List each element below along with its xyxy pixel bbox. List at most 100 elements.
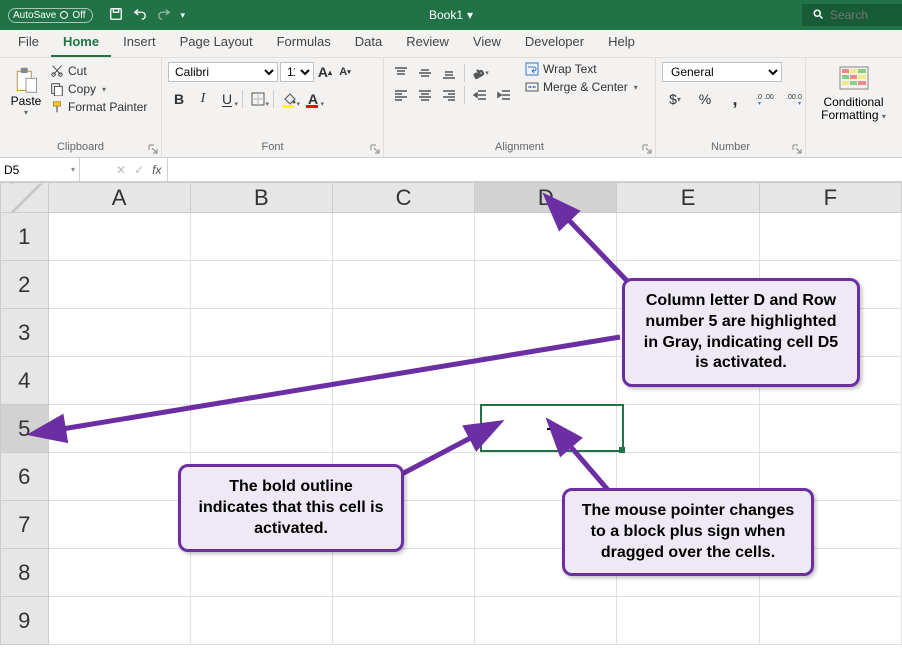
decrease-indent-icon[interactable] — [469, 84, 491, 106]
formula-input[interactable] — [168, 158, 902, 181]
cell[interactable] — [48, 501, 190, 549]
borders-button[interactable]: ▾ — [247, 88, 269, 110]
comma-format-icon[interactable]: , — [722, 88, 748, 110]
cell[interactable] — [475, 309, 617, 357]
cell[interactable] — [48, 549, 190, 597]
col-header-b[interactable]: B — [190, 183, 332, 213]
cell[interactable] — [475, 405, 617, 453]
decrease-decimal-icon[interactable]: .00.0 — [782, 88, 808, 110]
cell[interactable] — [332, 357, 474, 405]
dialog-launcher-icon[interactable] — [792, 144, 802, 154]
tab-page-layout[interactable]: Page Layout — [168, 29, 265, 57]
cell[interactable] — [332, 549, 474, 597]
fx-icon[interactable]: fx — [152, 163, 161, 177]
increase-indent-icon[interactable] — [493, 84, 515, 106]
row-header-3[interactable]: 3 — [1, 309, 49, 357]
cancel-icon[interactable]: ✕ — [116, 163, 126, 177]
cell[interactable] — [617, 597, 759, 645]
redo-icon[interactable] — [157, 7, 171, 24]
conditional-formatting-button[interactable]: Conditional Formatting ▾ — [812, 62, 895, 151]
tab-view[interactable]: View — [461, 29, 513, 57]
increase-decimal-icon[interactable]: .0.00 — [752, 88, 778, 110]
cell[interactable] — [759, 597, 901, 645]
cell[interactable] — [332, 213, 474, 261]
cell[interactable] — [48, 357, 190, 405]
percent-format-icon[interactable]: % — [692, 88, 718, 110]
cell[interactable] — [475, 261, 617, 309]
worksheet-grid[interactable]: A B C D E F 1 2 3 4 5 6 7 8 9 — [0, 182, 902, 645]
col-header-a[interactable]: A — [48, 183, 190, 213]
bold-button[interactable]: B — [168, 88, 190, 110]
dialog-launcher-icon[interactable] — [642, 144, 652, 154]
cell[interactable] — [48, 597, 190, 645]
paste-button[interactable]: Paste ▾ — [6, 62, 46, 117]
cell[interactable] — [617, 213, 759, 261]
format-painter-button[interactable]: Format Painter — [50, 100, 147, 114]
undo-icon[interactable] — [133, 7, 147, 24]
tab-help[interactable]: Help — [596, 29, 647, 57]
cell[interactable] — [190, 357, 332, 405]
qat-customize-icon[interactable]: ▾ — [181, 10, 186, 21]
cell[interactable] — [759, 405, 901, 453]
cell[interactable] — [332, 309, 474, 357]
cell[interactable] — [48, 261, 190, 309]
save-icon[interactable] — [109, 7, 123, 24]
decrease-font-icon[interactable]: A▾ — [336, 62, 354, 82]
col-header-c[interactable]: C — [332, 183, 474, 213]
orientation-icon[interactable]: ab▾ — [469, 62, 491, 84]
col-header-d[interactable]: D — [475, 183, 617, 213]
cut-button[interactable]: Cut — [50, 64, 147, 78]
align-middle-icon[interactable] — [414, 62, 436, 84]
dialog-launcher-icon[interactable] — [148, 144, 158, 154]
align-left-icon[interactable] — [390, 84, 412, 106]
tab-data[interactable]: Data — [343, 29, 394, 57]
tab-review[interactable]: Review — [394, 29, 461, 57]
dialog-launcher-icon[interactable] — [370, 144, 380, 154]
row-header-4[interactable]: 4 — [1, 357, 49, 405]
cell[interactable] — [332, 261, 474, 309]
name-box[interactable]: D5 ▾ — [0, 158, 80, 181]
wrap-text-button[interactable]: Wrap Text — [525, 62, 638, 76]
tab-file[interactable]: File — [6, 29, 51, 57]
row-header-1[interactable]: 1 — [1, 213, 49, 261]
tab-formulas[interactable]: Formulas — [265, 29, 343, 57]
font-size-select[interactable]: 11 — [280, 62, 314, 82]
cell[interactable] — [332, 597, 474, 645]
cell[interactable] — [48, 309, 190, 357]
row-header-7[interactable]: 7 — [1, 501, 49, 549]
font-name-select[interactable]: Calibri — [168, 62, 278, 82]
autosave-toggle[interactable]: AutoSave Off — [8, 8, 93, 23]
cell[interactable] — [475, 597, 617, 645]
cell[interactable] — [190, 597, 332, 645]
row-header-9[interactable]: 9 — [1, 597, 49, 645]
cell[interactable] — [332, 405, 474, 453]
align-center-icon[interactable] — [414, 84, 436, 106]
cell[interactable] — [190, 309, 332, 357]
fill-color-button[interactable]: ▾ — [278, 88, 300, 110]
tab-developer[interactable]: Developer — [513, 29, 596, 57]
tab-insert[interactable]: Insert — [111, 29, 168, 57]
accounting-format-icon[interactable]: $▾ — [662, 88, 688, 110]
col-header-f[interactable]: F — [759, 183, 901, 213]
cell[interactable] — [48, 405, 190, 453]
tab-home[interactable]: Home — [51, 29, 111, 57]
font-color-button[interactable]: A▾ — [302, 88, 324, 110]
select-all-corner[interactable] — [1, 183, 49, 213]
search-input[interactable] — [830, 8, 890, 22]
row-header-8[interactable]: 8 — [1, 549, 49, 597]
cell[interactable] — [48, 213, 190, 261]
number-format-select[interactable]: General — [662, 62, 782, 82]
cell[interactable] — [475, 213, 617, 261]
cell[interactable] — [617, 405, 759, 453]
cell[interactable] — [190, 213, 332, 261]
cell[interactable] — [475, 357, 617, 405]
search-box[interactable] — [802, 4, 902, 26]
cell[interactable] — [48, 453, 190, 501]
cell[interactable] — [190, 405, 332, 453]
cell[interactable] — [190, 261, 332, 309]
cell[interactable] — [759, 213, 901, 261]
row-header-5[interactable]: 5 — [1, 405, 49, 453]
row-header-6[interactable]: 6 — [1, 453, 49, 501]
align-top-icon[interactable] — [390, 62, 412, 84]
col-header-e[interactable]: E — [617, 183, 759, 213]
